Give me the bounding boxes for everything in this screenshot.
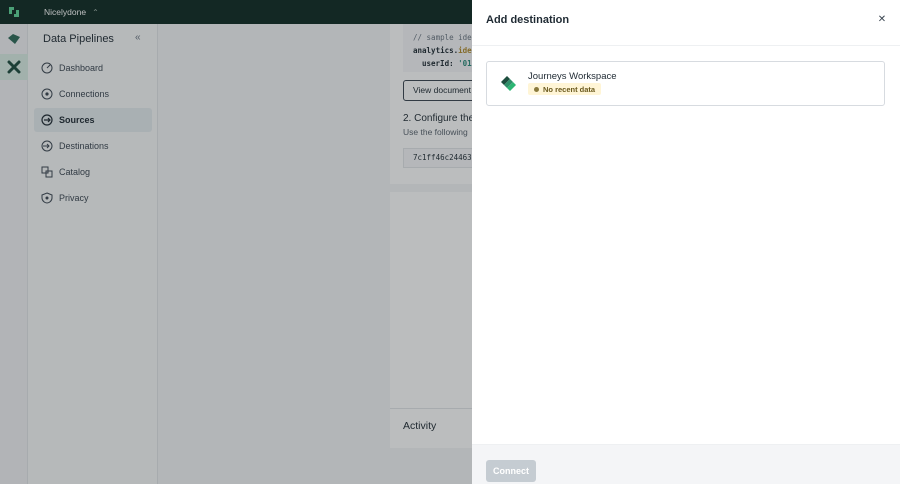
status-dot-icon: [534, 86, 539, 92]
status-text: No recent data: [543, 84, 596, 94]
close-icon[interactable]: ✕: [874, 11, 890, 27]
journeys-logo-icon: [500, 75, 517, 97]
drawer-title: Add destination: [486, 14, 570, 26]
destination-name: Journeys Workspace: [528, 71, 617, 82]
add-destination-drawer: Add destination ✕ Journeys Workspace No …: [472, 0, 900, 484]
modal-backdrop[interactable]: [0, 0, 472, 484]
destination-option[interactable]: Journeys Workspace No recent data: [486, 61, 885, 106]
drawer-header: Add destination ✕: [472, 0, 900, 46]
drawer-footer: Connect: [472, 444, 900, 484]
connect-button[interactable]: Connect: [486, 460, 536, 482]
status-badge: No recent data: [528, 83, 602, 95]
